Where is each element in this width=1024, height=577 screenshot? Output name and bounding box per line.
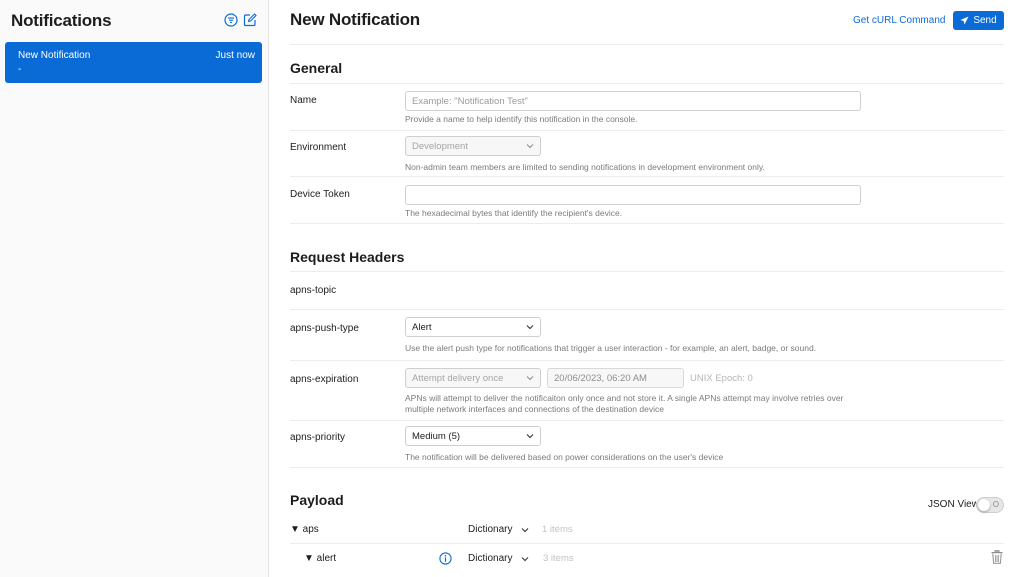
divider [290, 467, 1004, 468]
send-button[interactable]: Send [953, 11, 1004, 30]
divider [290, 309, 1004, 310]
chevron-down-icon [526, 376, 534, 381]
apns-expiration-select[interactable]: Attempt delivery once [405, 368, 541, 388]
payload-key-alert[interactable]: ▼ alert [304, 553, 336, 564]
chevron-down-icon [526, 144, 534, 149]
payload-type-value: Dictionary [468, 524, 513, 535]
info-circle-icon[interactable] [439, 552, 452, 565]
device-token-label: Device Token [290, 189, 350, 200]
apns-topic-label: apns-topic [290, 285, 337, 296]
notification-item-time: Just now [215, 50, 255, 61]
divider [290, 223, 1004, 224]
divider [290, 271, 1004, 272]
divider [290, 130, 1004, 131]
compose-icon[interactable] [243, 13, 257, 27]
device-token-input[interactable] [405, 185, 861, 205]
payload-type-select-alert[interactable]: Dictionary [468, 553, 529, 564]
unix-epoch-label: UNIX Epoch: 0 [690, 373, 753, 384]
payload-type-select-aps[interactable]: Dictionary [468, 524, 529, 535]
sidebar-title: Notifications [11, 11, 112, 30]
request-headers-section-title: Request Headers [290, 249, 405, 265]
payload-count-alert: 3 items [543, 553, 574, 564]
chevron-down-icon [526, 434, 534, 439]
apns-priority-value: Medium (5) [412, 430, 461, 442]
toggle-off-indicator-icon: O [992, 500, 999, 509]
chevron-down-icon [526, 325, 534, 330]
environment-select[interactable]: Development [405, 136, 541, 156]
apns-push-type-label: apns-push-type [290, 323, 359, 334]
apns-priority-label: apns-priority [290, 432, 346, 443]
environment-value: Development [412, 140, 468, 152]
apns-priority-hint: The notification will be delivered based… [405, 452, 724, 462]
expiration-date-input[interactable]: 20/06/2023, 06:20 AM [547, 368, 684, 388]
get-curl-command-link[interactable]: Get cURL Command [853, 15, 945, 26]
apns-expiration-label: apns-expiration [290, 374, 359, 385]
notification-list-item[interactable]: New Notification Just now - [5, 42, 262, 83]
apns-push-type-hint: Use the alert push type for notification… [405, 343, 817, 353]
divider [290, 176, 1004, 177]
apns-priority-select[interactable]: Medium (5) [405, 426, 541, 446]
divider [290, 44, 1004, 45]
notification-item-subtitle: - [18, 64, 22, 75]
payload-type-value: Dictionary [468, 553, 513, 564]
name-input[interactable] [405, 91, 861, 111]
environment-hint: Non-admin team members are limited to se… [405, 162, 765, 172]
name-label: Name [290, 95, 317, 106]
paper-plane-icon [960, 16, 969, 25]
json-view-toggle[interactable]: O [976, 497, 1004, 513]
main-panel: New Notification Get cURL Command Send G… [270, 0, 1024, 577]
page-title: New Notification [290, 10, 420, 29]
payload-key-aps[interactable]: ▼ aps [290, 524, 319, 535]
environment-label: Environment [290, 142, 347, 153]
divider [290, 420, 1004, 421]
divider [290, 83, 1004, 84]
payload-count-aps: 1 items [542, 524, 573, 535]
apns-expiration-value: Attempt delivery once [412, 372, 504, 384]
trash-icon[interactable] [991, 550, 1003, 564]
apns-expiration-hint-line2: multiple network interfaces and connecti… [405, 404, 664, 414]
chevron-down-icon [522, 527, 529, 532]
payload-section-title: Payload [290, 492, 344, 508]
device-token-hint: The hexadecimal bytes that identify the … [405, 208, 623, 218]
apns-push-type-value: Alert [412, 321, 432, 333]
json-view-label: JSON View [928, 499, 979, 510]
notification-item-name: New Notification [18, 50, 91, 61]
divider [290, 543, 1004, 544]
divider [290, 360, 1004, 361]
general-section-title: General [290, 60, 343, 76]
filter-circle-icon[interactable] [224, 13, 238, 27]
name-hint: Provide a name to help identify this not… [405, 114, 638, 124]
send-button-label: Send [973, 15, 997, 26]
apns-expiration-hint-line1: APNs will attempt to deliver the notific… [405, 393, 844, 403]
sidebar: Notifications New Notification Just now … [0, 0, 269, 577]
chevron-down-icon [522, 556, 529, 561]
toggle-knob [978, 499, 990, 511]
sidebar-header: Notifications [11, 9, 258, 33]
apns-push-type-select[interactable]: Alert [405, 317, 541, 337]
